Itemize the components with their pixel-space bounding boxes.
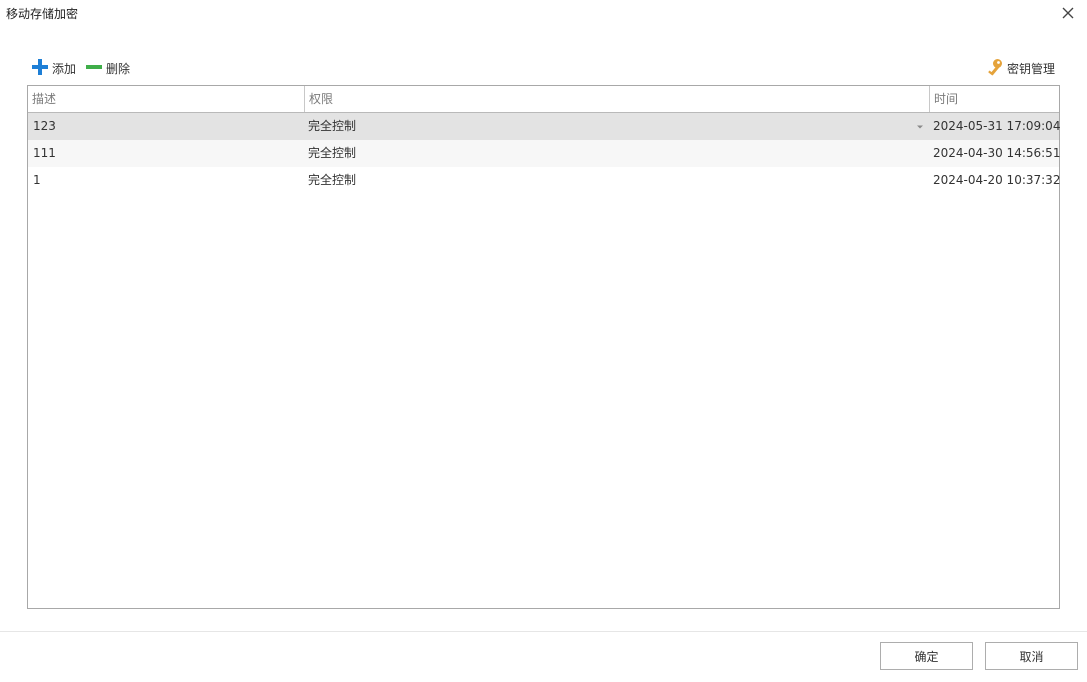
table-row[interactable]: 1 完全控制 2024-04-20 10:37:32: [28, 167, 1061, 194]
key-manage-button[interactable]: 密钥管理: [986, 58, 1055, 78]
permission-cell[interactable]: 完全控制: [308, 167, 356, 194]
key-icon: [986, 58, 1003, 79]
minus-icon: [86, 59, 102, 78]
delete-button[interactable]: 删除: [86, 58, 130, 78]
permission-table: 描述 权限 时间 123 完全控制 2024-05-31 17:09:04 11…: [27, 85, 1060, 609]
description-cell: 123: [33, 119, 56, 133]
plus-icon: [32, 58, 48, 78]
close-icon: [1062, 7, 1074, 19]
description-cell: 1: [33, 173, 41, 187]
permission-cell[interactable]: 完全控制: [308, 113, 356, 140]
table-header: 描述 权限 时间: [28, 86, 1059, 113]
dropdown-arrow-icon[interactable]: [916, 124, 924, 130]
time-cell: 2024-05-31 17:09:04: [933, 119, 1061, 133]
column-header-time[interactable]: 时间: [929, 86, 1059, 112]
permission-cell[interactable]: 完全控制: [308, 140, 356, 167]
close-button[interactable]: [1058, 3, 1078, 23]
footer-divider: [0, 631, 1087, 632]
description-cell: 111: [33, 146, 56, 160]
dialog-title: 移动存储加密: [6, 7, 79, 21]
cancel-button[interactable]: 取消: [985, 642, 1078, 670]
add-button[interactable]: 添加: [32, 58, 76, 78]
ok-button[interactable]: 确定: [880, 642, 973, 670]
table-row[interactable]: 111 完全控制 2024-04-30 14:56:51: [28, 140, 1061, 167]
column-header-description[interactable]: 描述: [28, 86, 304, 112]
delete-label: 删除: [106, 61, 131, 76]
add-label: 添加: [52, 61, 77, 76]
time-cell: 2024-04-20 10:37:32: [933, 173, 1061, 187]
key-manage-label: 密钥管理: [1007, 61, 1056, 76]
column-header-permission[interactable]: 权限: [304, 86, 929, 112]
time-cell: 2024-04-30 14:56:51: [933, 146, 1061, 160]
table-row[interactable]: 123 完全控制 2024-05-31 17:09:04: [28, 113, 1061, 140]
